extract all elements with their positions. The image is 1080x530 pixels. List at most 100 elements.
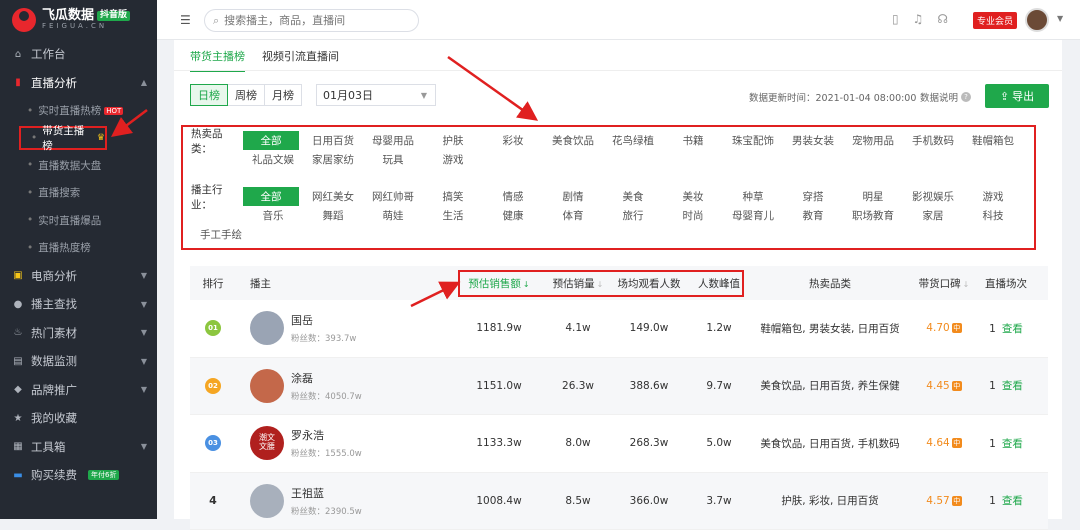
industry-option[interactable]: 健康 (483, 206, 543, 225)
phone-icon[interactable]: ▯ (892, 12, 899, 26)
industry-option[interactable]: 职场教育 (843, 206, 903, 225)
industry-option[interactable]: 美食 (603, 187, 663, 206)
nav-item-favorites[interactable]: ★我的收藏 (0, 404, 157, 433)
category-option[interactable]: 书籍 (663, 131, 723, 150)
sort-highlight-box (458, 270, 744, 297)
industry-option[interactable]: 影视娱乐 (903, 187, 963, 206)
category-option[interactable]: 玩具 (363, 150, 423, 169)
sub-item-realtime-hot[interactable]: 实时直播热榜HOT (0, 97, 157, 125)
industry-option[interactable]: 明星 (843, 187, 903, 206)
industry-option[interactable]: 生活 (423, 206, 483, 225)
industry-option[interactable]: 搞笑 (423, 187, 483, 206)
industry-option[interactable]: 种草 (723, 187, 783, 206)
industry-option[interactable]: 美妆 (663, 187, 723, 206)
anchor-avatar[interactable]: 潮文 文腰 (250, 426, 284, 460)
anchor-name[interactable]: 王祖蓝 (291, 485, 362, 501)
industry-option[interactable]: 游戏 (963, 187, 1023, 206)
date-select[interactable]: 01月03日▼ (316, 84, 436, 106)
category-option[interactable]: 护肤 (423, 131, 483, 150)
category-option[interactable]: 宠物用品 (843, 131, 903, 150)
anchor-name[interactable]: 国岳 (291, 312, 356, 328)
category-option[interactable]: 珠宝配饰 (723, 131, 783, 150)
sub-item-live-dashboard[interactable]: 直播数据大盘 (0, 152, 157, 180)
period-daily[interactable]: 日榜 (190, 84, 228, 106)
category-option[interactable]: 全部 (243, 131, 299, 150)
anchor-avatar[interactable] (250, 484, 284, 518)
nav-item-ecommerce[interactable]: ▣电商分析▼ (0, 262, 157, 291)
nav-item-data-monitor[interactable]: ▤数据监测▼ (0, 347, 157, 376)
rep-badge-icon: 中 (952, 381, 962, 391)
category-option[interactable]: 花鸟绿植 (603, 131, 663, 150)
industry-option[interactable]: 旅行 (603, 206, 663, 225)
data-explain[interactable]: 数据说明? (920, 90, 971, 104)
industry-option[interactable]: 情感 (483, 187, 543, 206)
view-link[interactable]: 查看 (1002, 380, 1023, 392)
sub-item-realtime-hot-products[interactable]: 实时直播爆品 (0, 207, 157, 235)
period-monthly[interactable]: 月榜 (264, 84, 302, 106)
th-reputation[interactable]: 带货口碑↓ (912, 276, 976, 291)
view-link[interactable]: 查看 (1002, 495, 1023, 507)
vip-badge[interactable]: 专业会员 (973, 12, 1017, 29)
industry-option[interactable]: 体育 (543, 206, 603, 225)
rank-medal-icon: 03 (205, 435, 221, 451)
sub-item-live-heat-rank[interactable]: 直播热度榜 (0, 234, 157, 262)
nav-item-anchor-search[interactable]: ●播主查找▼ (0, 290, 157, 319)
category-option[interactable]: 礼品文娱 (243, 150, 303, 169)
search-input[interactable] (224, 14, 404, 27)
table-row[interactable]: 4 王祖蓝 粉丝数：2390.5w 1008.4w 8.5w 366.0w 3.… (190, 473, 1048, 530)
chevron-down-icon[interactable]: ▼ (1057, 14, 1063, 23)
table-row[interactable]: 01 国岳 粉丝数：393.7w 1181.9w 4.1w 149.0w 1.2… (190, 300, 1048, 358)
category-option[interactable]: 家居家纺 (303, 150, 363, 169)
bell-icon[interactable]: ♫ (913, 12, 924, 26)
category-option[interactable]: 手机数码 (903, 131, 963, 150)
anchor-name[interactable]: 涂磊 (291, 370, 362, 386)
industry-option[interactable]: 网红帅哥 (363, 187, 423, 206)
search-box[interactable]: ⌕ (204, 9, 419, 32)
industry-option[interactable]: 时尚 (663, 206, 723, 225)
platform-badge[interactable]: 抖音版 (97, 11, 130, 21)
category-option[interactable]: 男装女装 (783, 131, 843, 150)
category-option[interactable]: 母婴用品 (363, 131, 423, 150)
industry-option[interactable]: 教育 (783, 206, 843, 225)
nav-item-workbench[interactable]: ⌂工作台 (0, 40, 157, 69)
industry-option[interactable]: 舞蹈 (303, 206, 363, 225)
anchor-avatar[interactable] (250, 369, 284, 403)
tab-video-traffic-live[interactable]: 视频引流直播间 (262, 48, 339, 72)
anchor-avatar[interactable] (250, 311, 284, 345)
category-option[interactable]: 游戏 (423, 150, 483, 169)
user-avatar[interactable] (1025, 8, 1049, 32)
nav-item-toolbox[interactable]: ▦工具箱▼ (0, 433, 157, 462)
industry-option[interactable]: 网红美女 (303, 187, 363, 206)
nav-item-brand-promo[interactable]: ◆品牌推广▼ (0, 376, 157, 405)
industry-option[interactable]: 科技 (963, 206, 1023, 225)
industry-option[interactable]: 家居 (903, 206, 963, 225)
category-option[interactable]: 日用百货 (303, 131, 363, 150)
anchor-name[interactable]: 罗永浩 (291, 427, 362, 443)
table-row[interactable]: 02 涂磊 粉丝数：4050.7w 1151.0w 26.3w 388.6w 9… (190, 358, 1048, 416)
category-option[interactable]: 彩妆 (483, 131, 543, 150)
industry-option[interactable]: 手工手绘 (191, 225, 251, 244)
industry-option[interactable]: 剧情 (543, 187, 603, 206)
industry-option[interactable]: 萌娃 (363, 206, 423, 225)
industry-option[interactable]: 母婴育儿 (723, 206, 783, 225)
view-link[interactable]: 查看 (1002, 438, 1023, 450)
sub-item-live-search[interactable]: 直播搜索 (0, 179, 157, 207)
industry-option[interactable]: 音乐 (243, 206, 303, 225)
logo[interactable]: 飞瓜数据抖音版 FEIGUA.CN (0, 0, 157, 40)
menu-toggle-icon[interactable]: ☰ (180, 13, 191, 27)
category-option[interactable]: 美食饮品 (543, 131, 603, 150)
fans-value: 1555.0w (325, 449, 362, 459)
nav-item-live-analysis[interactable]: ▮直播分析▲ (0, 69, 157, 98)
nav-item-purchase[interactable]: ▬购买续费年付6折 (0, 461, 157, 490)
table-row[interactable]: 03 潮文 文腰 罗永浩 粉丝数：1555.0w 1133.3w 8.0w 26… (190, 415, 1048, 473)
tab-sales-anchor-rank[interactable]: 带货主播榜 (190, 48, 245, 72)
headset-icon[interactable]: ☊ (937, 12, 948, 26)
industry-option[interactable]: 穿搭 (783, 187, 843, 206)
export-button[interactable]: ⇪导出 (985, 84, 1049, 108)
sub-item-sales-anchor-rank[interactable]: 带货主播榜♛ (19, 126, 107, 150)
view-link[interactable]: 查看 (1002, 323, 1023, 335)
industry-option[interactable]: 全部 (243, 187, 299, 206)
period-weekly[interactable]: 周榜 (227, 84, 265, 106)
nav-item-hot-material[interactable]: ♨热门素材▼ (0, 319, 157, 348)
category-option[interactable]: 鞋帽箱包 (963, 131, 1023, 150)
